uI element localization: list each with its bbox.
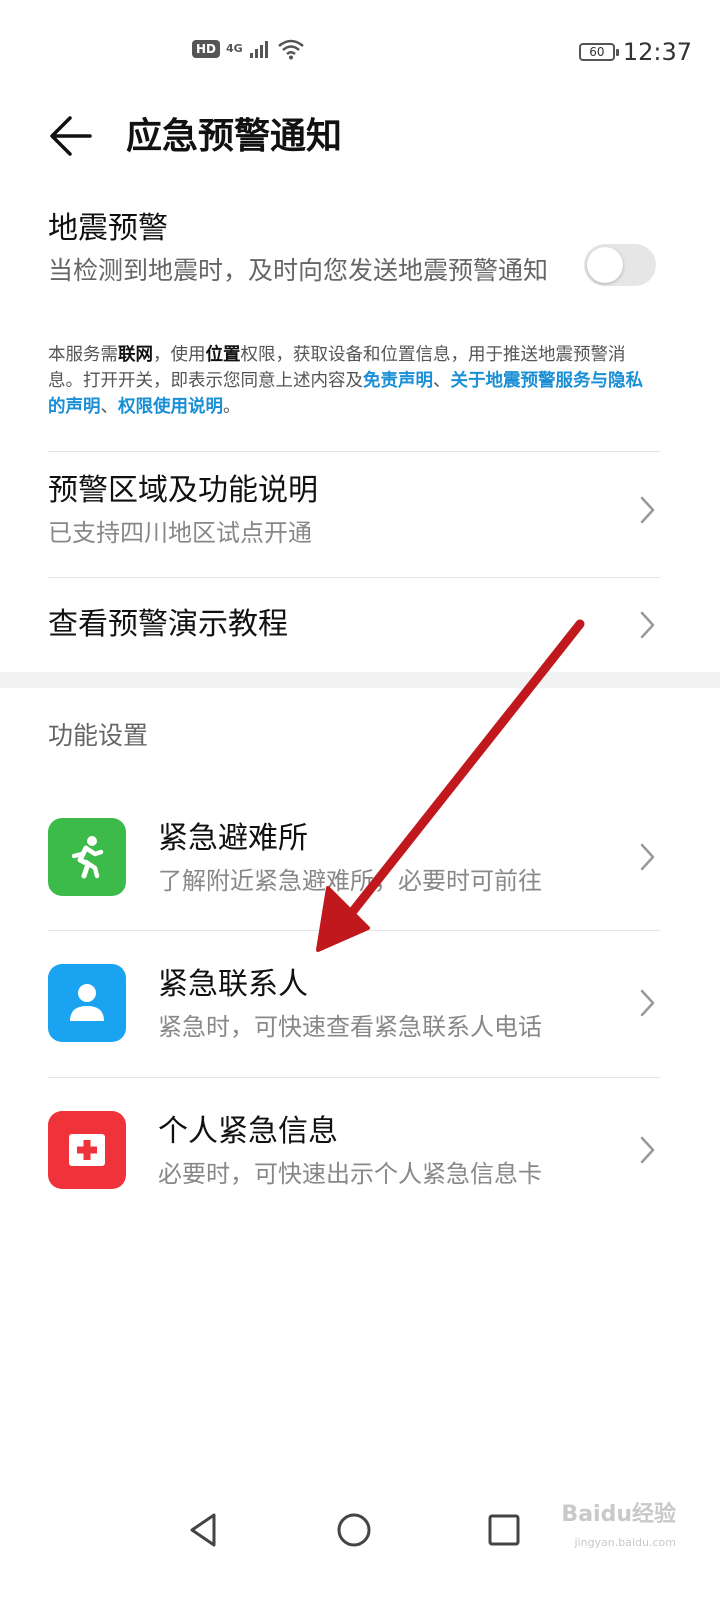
contact-person-icon xyxy=(70,984,104,1021)
emergency-contact-item[interactable]: 紧急联系人 紧急时，可快速查看紧急联系人电话 xyxy=(0,931,720,1077)
battery-icon: 60 xyxy=(578,43,619,61)
earthquake-warning-toggle[interactable] xyxy=(584,244,656,286)
personal-info-subtitle: 必要时，可快速出示个人紧急信息卡 xyxy=(158,1160,542,1188)
disclaimer-bold-location: 位置 xyxy=(205,345,241,365)
warning-area-row[interactable]: 预警区域及功能说明 已支持四川地区试点开通 xyxy=(0,452,720,576)
disclaimer-separator: 、 xyxy=(100,397,119,417)
hd-badge: HD xyxy=(192,40,221,58)
running-person-icon xyxy=(71,836,104,879)
nav-home-icon[interactable] xyxy=(334,1510,374,1550)
service-disclaimer: 本服务需联网，使用位置权限，获取设备和位置信息，用于推送地震预警消息。打开开关，… xyxy=(48,342,660,420)
disclaimer-text: ，使用 xyxy=(153,345,206,365)
disclaimer-end: 。 xyxy=(223,397,241,417)
chevron-right-icon xyxy=(640,1136,655,1164)
shelter-subtitle: 了解附近紧急避难所，必要时可前往 xyxy=(158,867,542,895)
back-arrow-icon xyxy=(50,116,92,156)
demo-tutorial-row[interactable]: 查看预警演示教程 xyxy=(0,578,720,672)
medical-cross-icon xyxy=(69,1134,105,1166)
network-type: 4G xyxy=(226,42,243,55)
battery-level: 60 xyxy=(589,45,605,59)
shelter-title: 紧急避难所 xyxy=(158,821,308,856)
personal-emergency-info-item[interactable]: 个人紧急信息 必要时，可快速出示个人紧急信息卡 xyxy=(0,1078,720,1224)
chevron-right-icon xyxy=(640,989,655,1017)
disclaimer-separator: 、 xyxy=(433,371,451,391)
demo-tutorial-title: 查看预警演示教程 xyxy=(48,607,288,642)
nav-recents-icon[interactable] xyxy=(484,1510,524,1550)
clock: 12:37 xyxy=(622,38,692,66)
emergency-shelter-item[interactable]: 紧急避难所 了解附近紧急避难所，必要时可前往 xyxy=(0,784,720,930)
disclaimer-text: 本服务需 xyxy=(48,345,118,365)
contact-icon-tile xyxy=(48,964,126,1042)
chevron-right-icon xyxy=(640,496,655,524)
wifi-icon xyxy=(277,39,304,60)
warning-area-subtitle: 已支持四川地区试点开通 xyxy=(48,519,312,547)
personal-info-title: 个人紧急信息 xyxy=(158,1114,338,1149)
contact-subtitle: 紧急时，可快速查看紧急联系人电话 xyxy=(158,1013,542,1041)
cellular-signal-icon xyxy=(249,41,268,58)
earthquake-warning-description: 当检测到地震时，及时向您发送地震预警通知 xyxy=(48,256,549,285)
nav-back-icon[interactable] xyxy=(184,1510,224,1550)
shelter-icon-tile xyxy=(48,818,126,896)
chevron-right-icon xyxy=(640,843,655,871)
status-right: 60 12:37 xyxy=(578,38,692,66)
section-separator xyxy=(0,672,720,688)
disclaimer-bold-network: 联网 xyxy=(118,345,153,365)
watermark: Baidu经验 xyxy=(561,1502,676,1527)
page-title: 应急预警通知 xyxy=(126,116,343,157)
watermark-url: jingyan.baidu.com xyxy=(574,1536,676,1549)
earthquake-warning-title: 地震预警 xyxy=(48,211,168,246)
warning-area-title: 预警区域及功能说明 xyxy=(48,473,318,508)
medical-icon-tile xyxy=(48,1111,126,1189)
chevron-right-icon xyxy=(640,611,655,639)
back-button[interactable] xyxy=(44,108,100,164)
function-settings-label: 功能设置 xyxy=(48,721,149,750)
disclaimer-link[interactable]: 免责声明 xyxy=(363,371,433,391)
status-indicators: HD 4G xyxy=(192,38,305,60)
permission-explanation-link[interactable]: 权限使用说明 xyxy=(118,397,223,417)
toggle-knob xyxy=(587,247,623,283)
status-bar: HD 4G 60 12:37 xyxy=(0,0,720,100)
contact-title: 紧急联系人 xyxy=(158,967,308,1002)
